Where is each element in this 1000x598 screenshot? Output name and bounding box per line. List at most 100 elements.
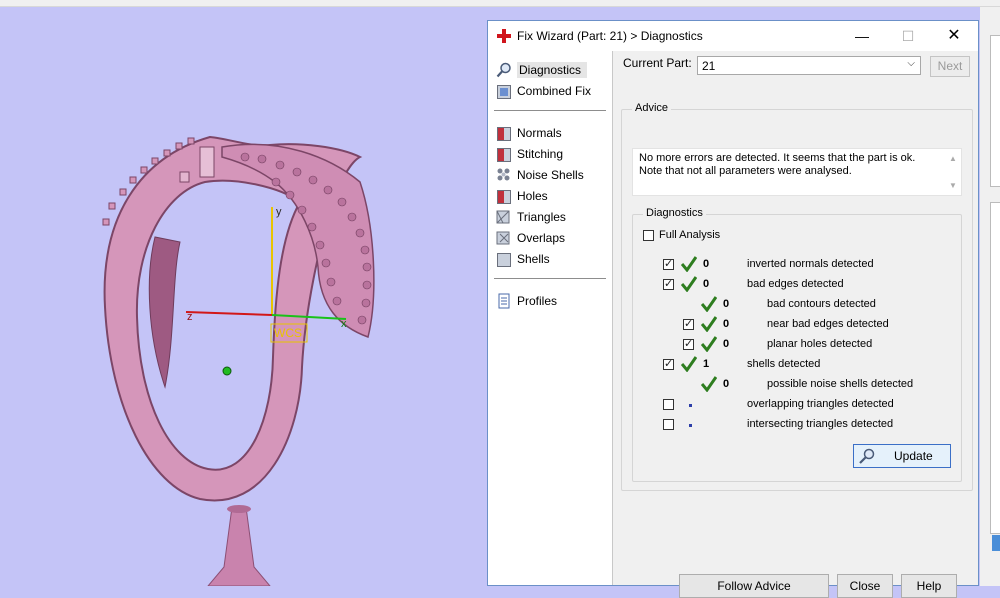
nav-item-combined-fix[interactable]: Combined Fix xyxy=(496,81,591,100)
ring-seam xyxy=(199,146,215,178)
inverted-normals-label: inverted normals detected xyxy=(747,258,874,270)
medical-cross-icon xyxy=(497,29,511,43)
nav-item-diagnostics[interactable]: Diagnostics xyxy=(496,60,588,79)
planar-holes-count: 0 xyxy=(723,338,730,350)
advice-group-title: Advice xyxy=(632,102,672,114)
dialog-title: Fix Wizard (Part: 21) > Diagnostics xyxy=(517,29,703,43)
nav-label: Stitching xyxy=(517,146,564,161)
ring-notch xyxy=(179,171,190,183)
nav-label: Profiles xyxy=(517,293,558,308)
nav-item-shells[interactable]: Shells xyxy=(496,249,550,268)
nav-item-normals[interactable]: Normals xyxy=(496,123,562,142)
nav-label: Combined Fix xyxy=(517,83,592,98)
bad-edges-label: bad edges detected xyxy=(747,278,844,290)
nav-label: Normals xyxy=(517,125,562,140)
scroll-down-icon[interactable]: ▼ xyxy=(946,179,960,192)
nav-label: Holes xyxy=(517,188,548,203)
inverted-normals-count: 0 xyxy=(703,258,710,270)
full-analysis-checkbox[interactable] xyxy=(643,230,654,241)
right-panel-box xyxy=(990,35,1000,187)
checkmark-icon xyxy=(701,336,717,352)
follow-advice-label: Follow Advice xyxy=(717,579,791,593)
stand-stem xyxy=(206,506,272,587)
shells-icon xyxy=(496,251,512,267)
noise-shells-count: 0 xyxy=(723,378,730,390)
diagnostics-content: Current Part: 21 ⌵ Next Advice No more e… xyxy=(613,51,978,598)
nav-item-stitching[interactable]: Stitching xyxy=(496,144,563,163)
help-button[interactable]: Help xyxy=(901,574,957,598)
intersecting-triangles-label: intersecting triangles detected xyxy=(747,418,894,430)
nav-divider xyxy=(494,278,606,279)
nav-item-triangles[interactable]: Triangles xyxy=(496,207,566,226)
overlapping-triangles-checkbox[interactable] xyxy=(663,399,674,410)
near-bad-edges-count: 0 xyxy=(723,318,730,330)
maximize-button[interactable]: ☐ xyxy=(888,25,928,47)
diagnostics-group-title: Diagnostics xyxy=(643,207,706,219)
shells-count: 1 xyxy=(703,358,710,370)
triangles-icon xyxy=(496,209,512,225)
stand-top xyxy=(227,505,251,513)
planar-holes-checkbox[interactable] xyxy=(683,337,694,350)
fix-wizard-dialog: Fix Wizard (Part: 21) > Diagnostics — ☐ … xyxy=(487,20,979,598)
shells-label: shells detected xyxy=(747,358,821,370)
checkmark-icon xyxy=(701,296,717,312)
noise-shells-label: possible noise shells detected xyxy=(767,378,914,390)
shells-checkbox[interactable] xyxy=(663,357,674,370)
overlaps-icon xyxy=(496,230,512,246)
update-label: Update xyxy=(894,449,933,463)
full-analysis-label: Full Analysis xyxy=(659,229,721,241)
chevron-down-icon: ⌵ xyxy=(907,58,915,69)
magnifier-icon xyxy=(496,62,512,78)
profiles-icon xyxy=(496,293,512,309)
nav-label: Diagnostics xyxy=(517,61,588,78)
scroll-up-icon[interactable]: ▲ xyxy=(946,152,960,165)
y-axis-label: y xyxy=(276,206,282,218)
checkmark-icon xyxy=(681,276,697,292)
nav-item-profiles[interactable]: Profiles xyxy=(496,291,557,310)
current-part-select[interactable]: 21 ⌵ xyxy=(697,56,921,75)
nav-label: Triangles xyxy=(517,209,566,224)
current-part-label: Current Part: xyxy=(623,56,692,70)
help-label: Help xyxy=(916,579,942,593)
nav-label: Shells xyxy=(517,251,550,266)
x-axis-label: x xyxy=(341,318,347,330)
nav-label: Noise Shells xyxy=(517,167,584,182)
ring-model: y z x WCS xyxy=(102,135,375,587)
3d-viewport[interactable]: y z x WCS xyxy=(0,7,488,587)
magnifier-icon xyxy=(859,448,875,464)
near-bad-edges-checkbox[interactable] xyxy=(683,317,694,330)
nav-item-noise-shells[interactable]: Noise Shells xyxy=(496,165,584,184)
nav-divider xyxy=(494,110,606,111)
advice-scrollbar[interactable]: ▲ ▼ xyxy=(946,150,960,194)
nav-item-holes[interactable]: Holes xyxy=(496,186,548,205)
overlapping-triangles-label: overlapping triangles detected xyxy=(747,398,894,410)
application-top-strip xyxy=(0,0,1000,7)
z-axis-label: z xyxy=(187,311,193,323)
holes-icon xyxy=(496,188,512,204)
wcs-label: WCS xyxy=(274,326,302,340)
near-bad-edges-label: near bad edges detected xyxy=(767,318,889,330)
close-button[interactable]: Close xyxy=(837,574,893,598)
bad-edges-checkbox[interactable] xyxy=(663,277,674,290)
follow-advice-button[interactable]: Follow Advice xyxy=(679,574,829,598)
checkmark-icon xyxy=(701,376,717,392)
minimize-button[interactable]: — xyxy=(842,25,882,47)
checkmark-icon xyxy=(681,356,697,372)
pivot-point[interactable] xyxy=(222,366,232,376)
diagnostics-group: Diagnostics Full Analysis 0 inverted nor… xyxy=(632,207,962,482)
pending-dot-icon xyxy=(689,404,692,407)
cube-icon[interactable] xyxy=(992,535,1000,551)
bad-contours-label: bad contours detected xyxy=(767,298,876,310)
checkmark-icon xyxy=(701,316,717,332)
next-button[interactable]: Next xyxy=(930,56,970,77)
planar-holes-label: planar holes detected xyxy=(767,338,873,350)
update-button[interactable]: Update xyxy=(853,444,951,468)
right-panel-box-lower xyxy=(990,202,1000,534)
current-part-value: 21 xyxy=(702,59,716,73)
close-window-button[interactable]: ✕ xyxy=(934,25,974,47)
nav-item-overlaps[interactable]: Overlaps xyxy=(496,228,565,247)
noise-shells-icon xyxy=(496,167,512,183)
inverted-normals-checkbox[interactable] xyxy=(663,257,674,270)
intersecting-triangles-checkbox[interactable] xyxy=(663,419,674,430)
dialog-titlebar[interactable]: Fix Wizard (Part: 21) > Diagnostics — ☐ … xyxy=(488,21,978,51)
